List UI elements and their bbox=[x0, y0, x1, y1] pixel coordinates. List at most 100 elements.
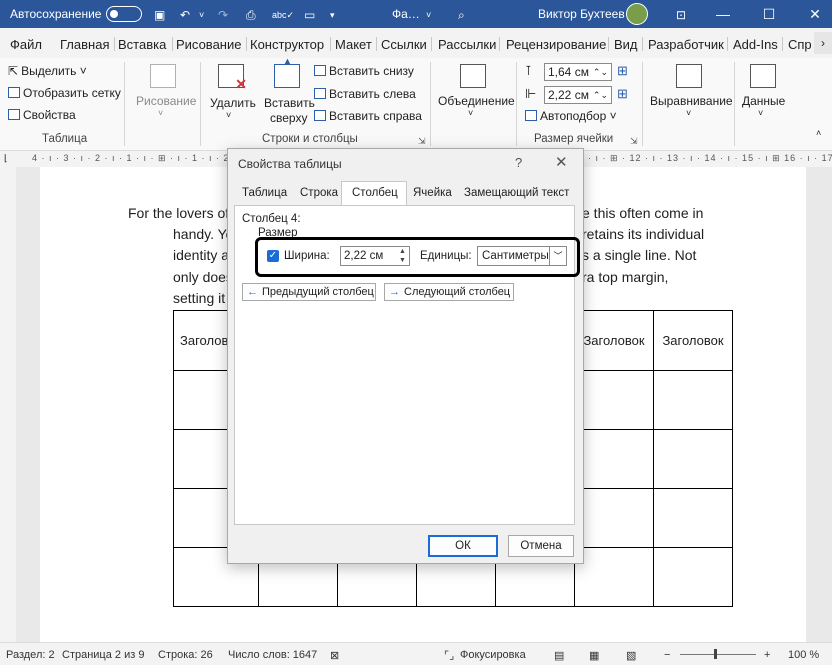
minimize-icon[interactable]: — bbox=[708, 3, 738, 25]
table-cell[interactable] bbox=[653, 488, 733, 548]
tab-table[interactable]: Таблица bbox=[242, 187, 287, 199]
tab-design[interactable]: Конструктор bbox=[250, 37, 324, 52]
focus-icon[interactable]: ⌜⌟ bbox=[444, 649, 454, 662]
zoom-slider-thumb[interactable] bbox=[714, 649, 717, 659]
focus-button[interactable]: Фокусировка bbox=[460, 649, 526, 661]
user-name[interactable]: Виктор Бухтеев bbox=[538, 7, 625, 21]
distribute-columns-icon[interactable]: ⊞ bbox=[617, 86, 628, 102]
print-layout-icon[interactable]: ▦ bbox=[589, 649, 599, 662]
read-mode-icon[interactable]: ▤ bbox=[554, 649, 564, 662]
tab-file[interactable]: Файл bbox=[10, 37, 42, 52]
autosave-toggle[interactable] bbox=[106, 6, 142, 22]
undo-icon[interactable]: ↶ bbox=[180, 7, 190, 23]
search-icon[interactable]: ⌕ bbox=[458, 7, 465, 23]
tab-alt-text[interactable]: Замещающий текст bbox=[464, 187, 569, 199]
width-checkbox[interactable]: ✓ bbox=[267, 250, 279, 262]
tab-help[interactable]: Спр bbox=[788, 37, 812, 52]
select-button[interactable]: ⇱ Выделить ˅ bbox=[8, 64, 87, 78]
table-cell[interactable] bbox=[653, 429, 733, 489]
tab-cell[interactable]: Ячейка bbox=[413, 187, 452, 199]
column-width-input[interactable]: 2,22 см ⌃⌄ bbox=[544, 86, 612, 104]
insert-right-button[interactable]: Вставить справа bbox=[314, 109, 422, 123]
tab-draw[interactable]: Рисование bbox=[176, 37, 241, 52]
merge-button[interactable]: Объединение bbox=[438, 94, 515, 108]
tab-selector-icon[interactable]: ⌊ bbox=[4, 153, 8, 164]
table-cell[interactable] bbox=[574, 547, 654, 607]
dialog-launcher-icon[interactable]: ⇲ bbox=[630, 136, 638, 147]
tab-home[interactable]: Главная bbox=[60, 37, 109, 52]
accessibility-icon[interactable]: ⊠ bbox=[330, 649, 339, 662]
tab-view[interactable]: Вид bbox=[614, 37, 638, 52]
word-count[interactable]: Число слов: 1647 bbox=[228, 649, 317, 661]
units-select[interactable]: Сантиметры ﹀ bbox=[477, 246, 567, 266]
table-properties-dialog: Свойства таблицы ? ✕ Таблица Строка Стол… bbox=[227, 148, 584, 564]
line-indicator[interactable]: Строка: 26 bbox=[158, 649, 213, 661]
avatar[interactable] bbox=[626, 3, 648, 25]
tab-insert[interactable]: Вставка bbox=[118, 37, 166, 52]
zoom-out-icon[interactable]: − bbox=[664, 649, 670, 661]
ok-button[interactable]: ОК bbox=[428, 535, 498, 557]
distribute-rows-icon[interactable]: ⊞ bbox=[617, 63, 628, 79]
spin-arrows-icon[interactable]: ⌃⌄ bbox=[593, 64, 608, 80]
width-spinner-icon[interactable]: ▲ ▼ bbox=[396, 247, 409, 265]
next-column-button[interactable]: → Следующий столбец bbox=[384, 283, 514, 301]
zoom-in-icon[interactable]: + bbox=[764, 649, 770, 661]
spelling-icon[interactable]: abc✓ bbox=[272, 7, 294, 23]
data-dropdown-icon[interactable]: ˅ bbox=[758, 108, 763, 118]
tab-mailings[interactable]: Рассылки bbox=[438, 37, 496, 52]
insert-left-button[interactable]: Вставить слева bbox=[314, 87, 416, 101]
section-indicator[interactable]: Раздел: 2 bbox=[6, 649, 55, 661]
ribbon-display-icon[interactable]: ⊡ bbox=[676, 7, 686, 23]
chevron-right-icon[interactable]: › bbox=[814, 32, 832, 54]
maximize-icon[interactable]: ☐ bbox=[754, 3, 784, 25]
tab-review[interactable]: Рецензирование bbox=[506, 37, 606, 52]
new-document-icon[interactable]: ▭ bbox=[304, 7, 315, 23]
insert-below-button[interactable]: Вставить снизу bbox=[314, 64, 414, 78]
properties-button[interactable]: Свойства bbox=[8, 108, 76, 122]
customize-toolbar-icon[interactable]: ▾ bbox=[330, 7, 335, 23]
undo-dropdown-icon[interactable]: ˅ bbox=[199, 7, 204, 23]
close-icon[interactable]: ✕ bbox=[555, 153, 568, 171]
delete-dropdown-icon[interactable]: ˅ bbox=[226, 110, 231, 120]
table-header-cell[interactable]: Заголовок bbox=[653, 310, 733, 371]
print-preview-icon[interactable]: ⎙ bbox=[246, 7, 256, 23]
tab-layout[interactable]: Макет bbox=[335, 37, 372, 52]
tab-developer[interactable]: Разработчик bbox=[648, 37, 724, 52]
web-layout-icon[interactable]: ▧ bbox=[626, 649, 636, 662]
save-icon[interactable]: ▣ bbox=[154, 7, 165, 23]
tab-addins[interactable]: Add-Ins bbox=[733, 37, 778, 52]
close-window-icon[interactable]: ✕ bbox=[800, 3, 830, 25]
table-cell[interactable] bbox=[574, 370, 654, 430]
table-cell[interactable] bbox=[574, 429, 654, 489]
alignment-button[interactable]: Выравнивание bbox=[650, 94, 733, 108]
help-icon[interactable]: ? bbox=[515, 155, 522, 170]
gridlines-button[interactable]: Отобразить сетку bbox=[8, 86, 121, 100]
zoom-slider[interactable] bbox=[680, 654, 756, 655]
dialog-launcher-icon[interactable]: ⇲ bbox=[418, 136, 426, 147]
spin-arrows-icon[interactable]: ⌃⌄ bbox=[593, 87, 608, 103]
table-header-cell[interactable]: Заголовок bbox=[574, 310, 654, 371]
page-indicator[interactable]: Страница 2 из 9 bbox=[62, 649, 144, 661]
tab-column[interactable]: Столбец bbox=[352, 187, 398, 199]
collapse-ribbon-icon[interactable]: ˄ bbox=[816, 128, 821, 138]
zoom-level[interactable]: 100 % bbox=[788, 649, 819, 661]
tab-row[interactable]: Строка bbox=[300, 187, 338, 199]
table-cell[interactable] bbox=[574, 488, 654, 548]
table-cell[interactable] bbox=[653, 547, 733, 607]
previous-column-button[interactable]: ← Предыдущий столбец bbox=[242, 283, 376, 301]
insert-above-label-1[interactable]: Вставить bbox=[264, 96, 315, 110]
table-cell[interactable] bbox=[653, 370, 733, 430]
document-name-dropdown-icon[interactable]: ˅ bbox=[426, 7, 431, 23]
chevron-down-icon[interactable]: ﹀ bbox=[549, 247, 566, 265]
delete-button[interactable]: Удалить bbox=[210, 96, 256, 110]
vertical-ruler[interactable] bbox=[0, 167, 16, 642]
autofit-button[interactable]: Автоподбор ˅ bbox=[525, 109, 617, 123]
merge-dropdown-icon[interactable]: ˅ bbox=[468, 108, 473, 118]
alignment-dropdown-icon[interactable]: ˅ bbox=[686, 108, 691, 118]
document-name[interactable]: Фа… bbox=[392, 7, 420, 21]
insert-above-label-2[interactable]: сверху bbox=[270, 111, 307, 125]
tab-references[interactable]: Ссылки bbox=[381, 37, 427, 52]
cancel-button[interactable]: Отмена bbox=[508, 535, 574, 557]
row-height-input[interactable]: 1,64 см ⌃⌄ bbox=[544, 63, 612, 81]
data-button[interactable]: Данные bbox=[742, 94, 785, 108]
